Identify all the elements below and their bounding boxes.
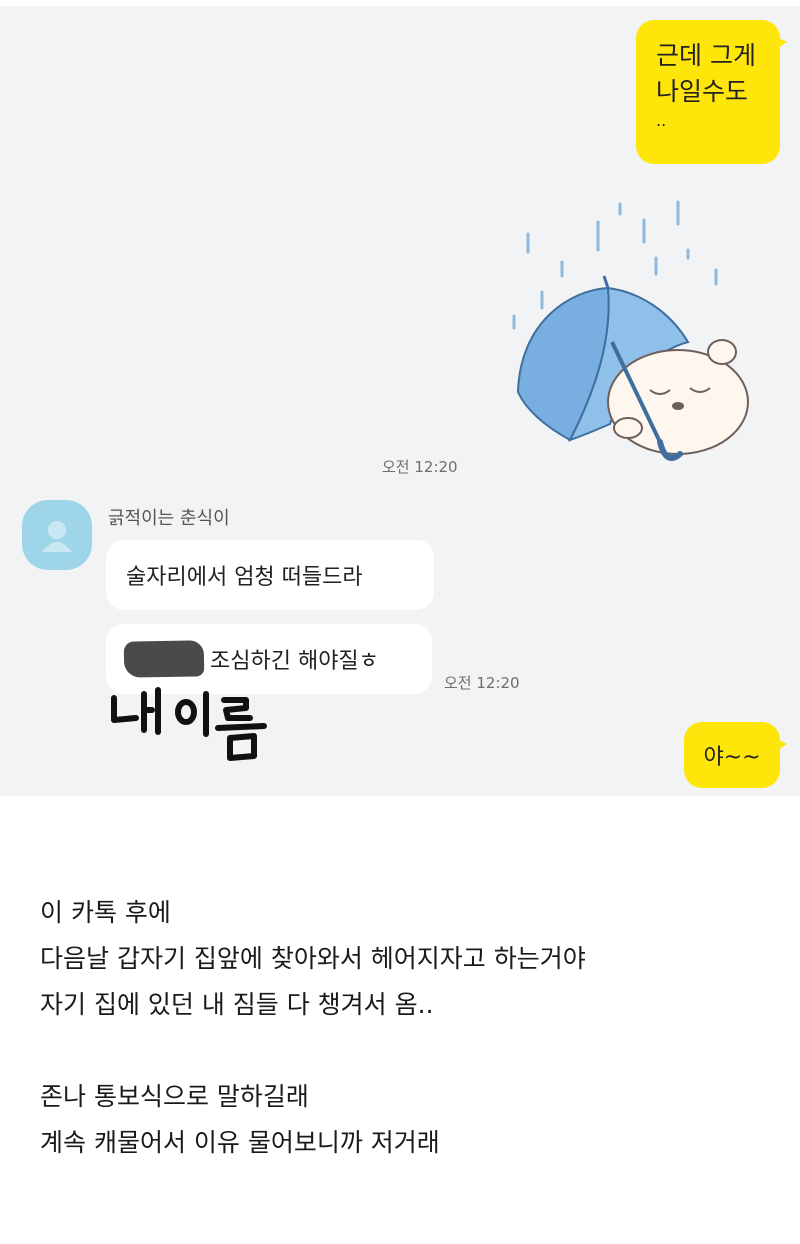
message-timestamp: 오전 12:20 — [444, 674, 520, 692]
post-line: 계속 캐물어서 이유 물어보니까 저거래 — [40, 1128, 440, 1157]
my-message-bubble[interactable]: 근데 그게 나일수도 .. — [636, 20, 787, 164]
post-line: 이 카톡 후에 — [40, 898, 171, 927]
handwritten-annotation — [111, 687, 267, 761]
avatar[interactable] — [22, 500, 92, 570]
message-text: 야~~ — [703, 745, 761, 770]
post-line: 자기 집에 있던 내 짐들 다 챙겨서 옴.. — [40, 990, 434, 1019]
message-text: 술자리에서 엄청 떠들드라 — [126, 565, 363, 590]
message-line: 근데 그게 — [656, 41, 756, 70]
post-body: 이 카톡 후에 다음날 갑자기 집앞에 찾아와서 헤어지자고 하는거야 자기 집… — [40, 890, 586, 1166]
chat-screenshot: 근데 그게 나일수도 .. 오전 12:20 긁적이는 춘식이 술자리에서 엄청… — [0, 0, 800, 796]
other-message-bubble[interactable]: 조심하긴 해야질ㅎ — [106, 624, 432, 694]
my-message-bubble[interactable]: 야~~ — [684, 722, 787, 788]
sender-name: 긁적이는 춘식이 — [108, 508, 230, 529]
message-text: 조심하긴 해야질ㅎ — [210, 649, 379, 674]
redaction-scribble — [123, 640, 205, 678]
post-line: 다음날 갑자기 집앞에 찾아와서 헤어지자고 하는거야 — [40, 944, 586, 973]
message-trail: .. — [656, 111, 667, 130]
message-timestamp: 오전 12:20 — [382, 458, 458, 476]
profile-silhouette-icon — [42, 521, 72, 552]
post-line: 존나 통보식으로 말하길래 — [40, 1082, 309, 1111]
other-message-bubble[interactable]: 술자리에서 엄청 떠들드라 — [106, 540, 434, 610]
message-line: 나일수도 — [656, 77, 749, 106]
umbrella-character-sticker[interactable] — [500, 192, 770, 482]
